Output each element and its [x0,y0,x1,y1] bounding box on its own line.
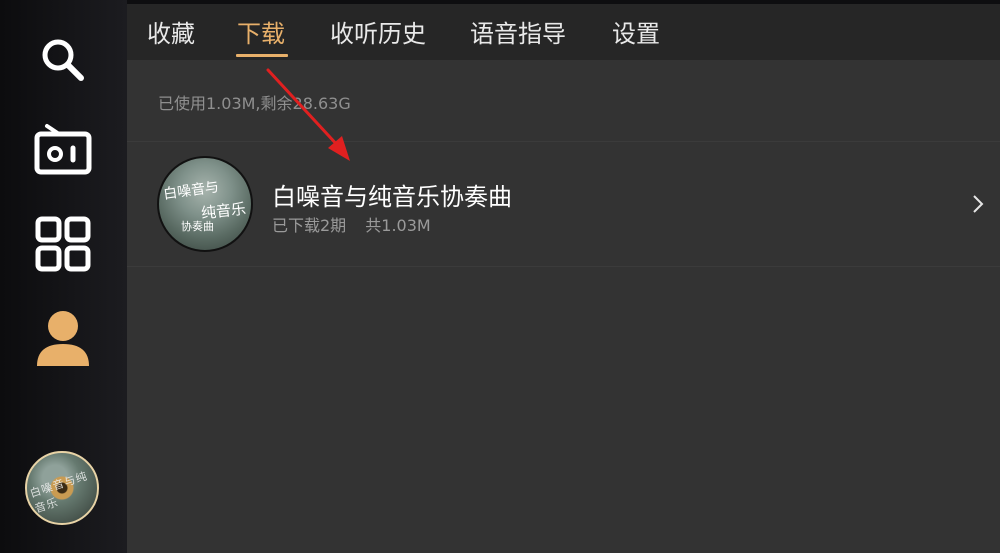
sidebar-item-apps[interactable] [33,214,93,274]
album-meta: 已下载2期 共1.03M [272,212,431,236]
annotation-arrow-icon [266,68,350,161]
sidebar-item-search[interactable] [33,30,93,90]
tab-voice-guide[interactable]: 语音指导 [470,14,566,49]
now-playing-cover-text: 白噪音与纯音乐 [28,469,90,516]
tab-favorites[interactable]: 收藏 [147,14,195,49]
active-tab-indicator [236,54,288,57]
divider [127,266,1000,267]
cover-text-line1: 白噪音与 [162,179,220,203]
now-playing-disc[interactable]: 白噪音与纯音乐 [25,451,99,525]
cover-text-line3: 协奏曲 [181,220,214,233]
total-size: 共1.03M [365,216,431,235]
profile-icon [37,311,89,366]
downloaded-count: 已下载2期 [272,216,347,235]
sidebar-item-profile[interactable] [33,308,93,368]
radio-icon [34,124,92,175]
sidebar-item-radio[interactable] [33,118,93,178]
tab-downloads[interactable]: 下载 [237,14,285,49]
album-title: 白噪音与纯音乐协奏曲 [272,183,512,211]
search-icon [42,39,84,81]
chevron-right-icon [973,195,984,213]
album-cover: 白噪音与 纯音乐 协奏曲 [157,156,253,252]
sidebar: 白噪音与纯音乐 [0,0,127,553]
tab-settings[interactable]: 设置 [612,14,660,49]
download-list-item[interactable]: 白噪音与 纯音乐 协奏曲 白噪音与纯音乐协奏曲 已下载2期 共1.03M [127,142,1000,266]
apps-grid-icon [35,216,91,272]
tab-history[interactable]: 收听历史 [330,14,426,49]
top-tab-bar: 收藏 下载 收听历史 语音指导 设置 [127,0,1000,60]
